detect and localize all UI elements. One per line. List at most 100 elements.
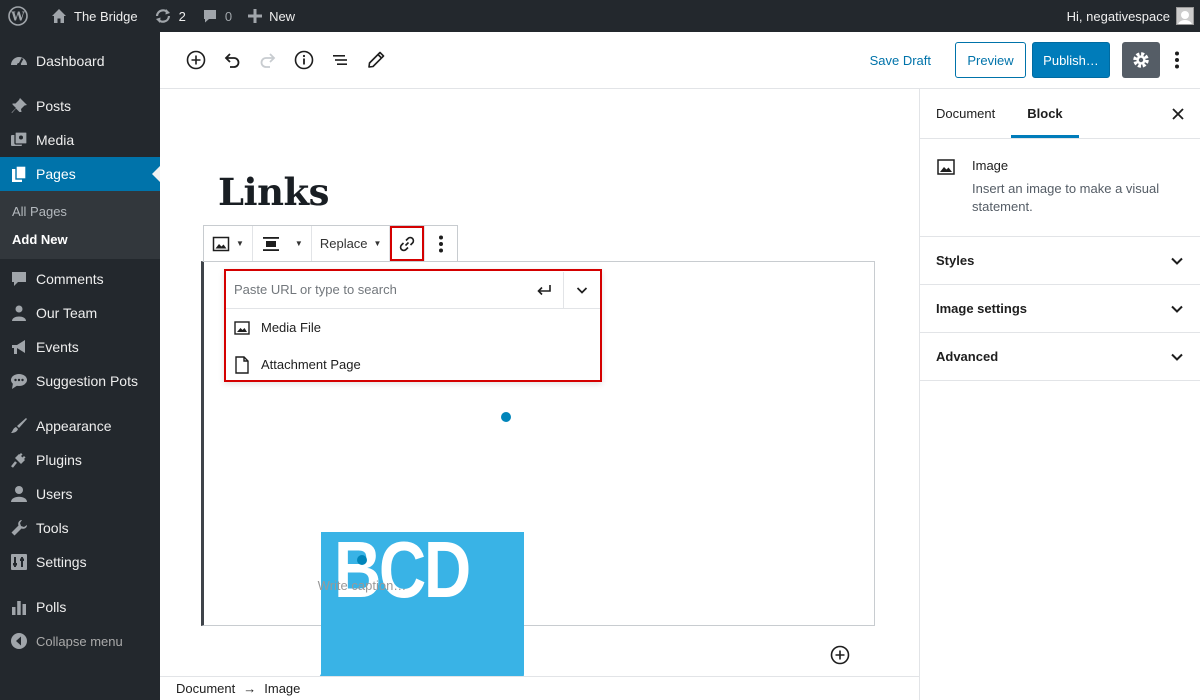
settings-toggle-button[interactable] bbox=[1122, 42, 1160, 78]
preview-button[interactable]: Preview bbox=[955, 42, 1026, 78]
pencil-icon bbox=[368, 51, 385, 68]
wordpress-logo-button[interactable]: W bbox=[0, 0, 43, 32]
link-settings-toggle[interactable] bbox=[564, 272, 600, 308]
sidebar-item-appearance[interactable]: Appearance bbox=[0, 409, 160, 443]
sidebar-item-users[interactable]: Users bbox=[0, 477, 160, 511]
sidebar-item-settings[interactable]: Settings bbox=[0, 545, 160, 579]
url-input-row bbox=[226, 271, 600, 309]
sidebar-item-suggestion-pots[interactable]: Suggestion Pots bbox=[0, 364, 160, 398]
sidebar-item-dashboard[interactable]: Dashboard bbox=[0, 44, 160, 78]
publish-button[interactable]: Publish… bbox=[1032, 42, 1110, 78]
sidebar-item-label: Polls bbox=[36, 599, 67, 615]
undo-icon bbox=[224, 53, 240, 68]
bcd-image: BCD bbox=[301, 530, 525, 700]
align-center-icon bbox=[262, 236, 279, 251]
plus-circle-icon bbox=[186, 50, 206, 70]
dashboard-icon bbox=[11, 57, 27, 67]
panel-image-settings[interactable]: Image settings bbox=[920, 285, 1200, 333]
edit-mode-button[interactable] bbox=[358, 42, 394, 78]
link-option-label: Attachment Page bbox=[261, 357, 361, 372]
sidebar-item-plugins[interactable]: Plugins bbox=[0, 443, 160, 477]
submenu-all-pages[interactable]: All Pages bbox=[0, 197, 160, 225]
sidebar-item-media[interactable]: Media bbox=[0, 123, 160, 157]
block-card-title: Image bbox=[972, 158, 1009, 173]
breadcrumb-image[interactable]: Image bbox=[264, 681, 300, 696]
collapse-menu-button[interactable]: Collapse menu bbox=[0, 624, 160, 658]
breadcrumb-document[interactable]: Document bbox=[176, 681, 235, 696]
admin-bar: W The Bridge 2 0 New Hi, negativespace bbox=[0, 0, 1200, 32]
account-greeting: Hi, negativespace bbox=[1066, 8, 1170, 24]
save-draft-button[interactable]: Save Draft bbox=[870, 53, 931, 68]
chevron-down-icon bbox=[576, 286, 588, 294]
resize-handle-right[interactable] bbox=[501, 412, 511, 422]
comments-link[interactable]: 0 bbox=[194, 0, 240, 32]
my-account-link[interactable]: Hi, negativespace bbox=[1059, 0, 1200, 32]
panel-advanced[interactable]: Advanced bbox=[920, 333, 1200, 381]
admin-sidebar: Dashboard Posts Media Pages All Pages Ad… bbox=[0, 32, 160, 700]
site-name: The Bridge bbox=[74, 8, 138, 24]
sidebar-item-tools[interactable]: Tools bbox=[0, 511, 160, 545]
submit-link-button[interactable] bbox=[524, 271, 564, 308]
tab-document[interactable]: Document bbox=[920, 89, 1011, 138]
panel-title: Image settings bbox=[936, 301, 1028, 316]
more-vertical-icon bbox=[439, 235, 444, 252]
settings-icon bbox=[11, 554, 27, 570]
sidebar-item-pages[interactable]: Pages bbox=[0, 157, 160, 191]
link-option-media-file[interactable]: Media File bbox=[226, 309, 600, 346]
add-block-inline-button[interactable] bbox=[830, 645, 850, 665]
sidebar-item-label: Media bbox=[36, 132, 75, 148]
caret-down-icon: ▼ bbox=[373, 239, 382, 248]
block-card: Image Insert an image to make a visual s… bbox=[920, 139, 1200, 237]
undo-button[interactable] bbox=[214, 42, 250, 78]
tab-block[interactable]: Block bbox=[1011, 89, 1078, 138]
close-sidebar-button[interactable] bbox=[1168, 104, 1188, 124]
sidebar-item-label: Events bbox=[36, 339, 79, 355]
updates-link[interactable]: 2 bbox=[146, 0, 194, 32]
redo-button[interactable] bbox=[250, 42, 286, 78]
content-info-button[interactable] bbox=[286, 42, 322, 78]
insert-link-button[interactable] bbox=[390, 226, 425, 261]
replace-button[interactable]: Replace ▼ bbox=[312, 226, 391, 261]
header-actions: Save Draft Preview Publish… bbox=[870, 42, 1200, 78]
post-title[interactable]: Links bbox=[218, 170, 329, 214]
more-vertical-icon bbox=[1175, 51, 1179, 69]
submenu-add-new[interactable]: Add New bbox=[0, 225, 160, 253]
image-icon bbox=[234, 320, 250, 335]
sidebar-item-label: Settings bbox=[36, 554, 87, 570]
block-switcher-button[interactable]: ▼ bbox=[204, 226, 253, 261]
updates-count: 2 bbox=[178, 8, 186, 24]
panel-styles[interactable]: Styles bbox=[920, 237, 1200, 285]
link-option-label: Media File bbox=[261, 320, 321, 335]
image-icon bbox=[937, 159, 955, 175]
users-icon bbox=[12, 305, 26, 321]
sidebar-item-comments[interactable]: Comments bbox=[0, 262, 160, 296]
close-icon bbox=[1172, 108, 1184, 120]
block-navigation-button[interactable] bbox=[322, 42, 358, 78]
panel-title: Styles bbox=[936, 253, 975, 268]
link-option-attachment-page[interactable]: Attachment Page bbox=[226, 346, 600, 383]
new-label: New bbox=[269, 8, 296, 24]
site-name-link[interactable]: The Bridge bbox=[43, 0, 146, 32]
url-search-input[interactable] bbox=[226, 271, 524, 308]
sidebar-item-label: Our Team bbox=[36, 305, 98, 321]
sidebar-item-label: Plugins bbox=[36, 452, 82, 468]
resize-handle-bottom[interactable] bbox=[357, 555, 367, 565]
sidebar-item-label: Suggestion Pots bbox=[36, 373, 138, 389]
sidebar-item-polls[interactable]: Polls bbox=[0, 590, 160, 624]
redo-icon bbox=[260, 53, 276, 68]
pushpin-icon bbox=[11, 98, 27, 113]
more-menu-button[interactable] bbox=[1164, 42, 1190, 78]
sidebar-item-events[interactable]: Events bbox=[0, 330, 160, 364]
sidebar-item-our-team[interactable]: Our Team bbox=[0, 296, 160, 330]
new-content-link[interactable]: New bbox=[240, 0, 303, 32]
align-button[interactable]: ▼ bbox=[253, 226, 312, 261]
sidebar-item-posts[interactable]: Posts bbox=[0, 89, 160, 123]
editor-canvas: Links BCD Write caption… ▼ ▼ Replace ▼ bbox=[160, 90, 919, 700]
add-block-button[interactable] bbox=[178, 42, 214, 78]
wrench-icon bbox=[11, 520, 27, 536]
block-more-options-button[interactable] bbox=[425, 226, 457, 261]
image-caption[interactable]: Write caption… bbox=[162, 578, 562, 593]
chevron-down-icon bbox=[1171, 353, 1183, 361]
plus-icon bbox=[248, 9, 263, 23]
enter-icon bbox=[536, 284, 551, 295]
